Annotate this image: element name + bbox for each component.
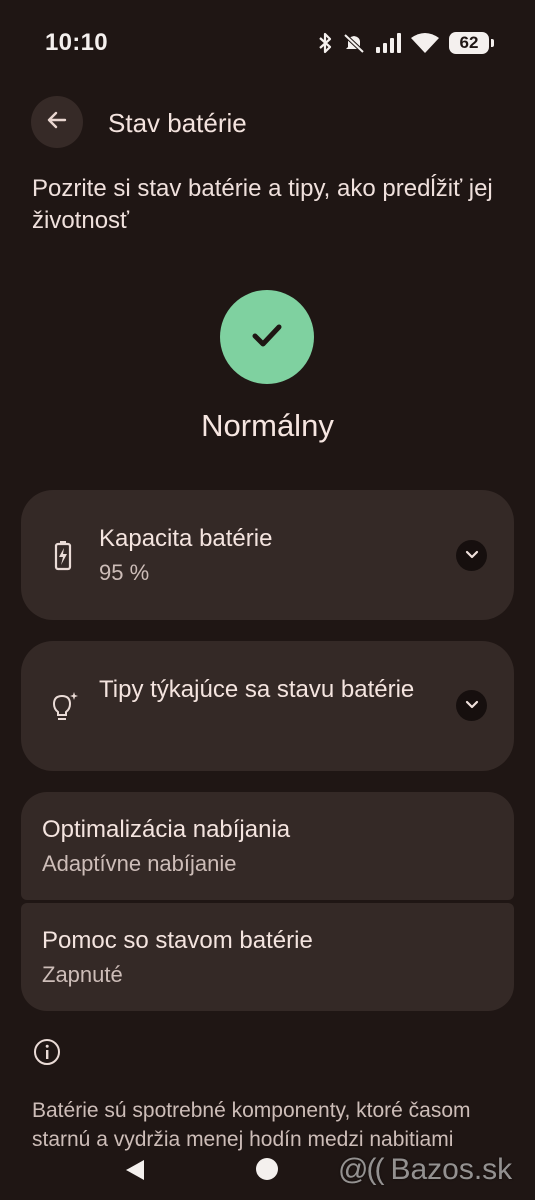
chevron-down-icon: [465, 697, 479, 715]
battery-charging-icon: [50, 540, 76, 571]
battery-level: 62: [459, 33, 479, 52]
health-assistance-title: Pomoc so stavom batérie: [42, 927, 313, 954]
intro-text: Pozrite si stav batérie a tipy, ako pred…: [32, 175, 493, 234]
status-time: 10:10: [45, 29, 108, 56]
status-label: Normálny: [201, 408, 334, 443]
health-assistance-value: Zapnuté: [42, 962, 123, 987]
tips-expand-button[interactable]: [456, 690, 487, 721]
watermark-mark: @((: [338, 1153, 384, 1186]
nav-home-button[interactable]: [256, 1158, 278, 1180]
footer-text: Batérie sú spotrebné komponenty, ktoré č…: [32, 1099, 471, 1151]
charging-optimization-row[interactable]: Optimalizácia nabíjania Adaptívne nabíja…: [21, 792, 514, 900]
battery-icon: 62: [449, 32, 494, 54]
status-icons: 62: [317, 30, 494, 56]
signal-icon: [375, 32, 401, 54]
page-title: Stav batérie: [108, 108, 247, 138]
back-button[interactable]: [31, 96, 83, 148]
battery-health-assistance-row[interactable]: Pomoc so stavom batérie Zapnuté: [21, 903, 514, 1011]
check-icon: [247, 315, 287, 360]
battery-health-screen: 10:10 62 Stav batérie Pozrite si stav ba…: [0, 0, 535, 1200]
capacity-value: 95 %: [99, 560, 150, 585]
mute-icon: [343, 32, 365, 54]
arrow-left-icon: [45, 108, 69, 137]
bluetooth-icon: [317, 32, 333, 54]
status-bar: 10:10 62: [0, 0, 535, 86]
watermark-text: Bazos.sk: [390, 1153, 513, 1186]
charging-optimization-value: Adaptívne nabíjanie: [42, 851, 237, 876]
capacity-expand-button[interactable]: [456, 540, 487, 571]
wifi-icon: [411, 32, 439, 54]
charging-optimization-title: Optimalizácia nabíjania: [42, 816, 291, 843]
chevron-down-icon: [465, 547, 479, 565]
battery-capacity-card[interactable]: Kapacita batérie 95 %: [21, 490, 514, 620]
status-check-badge: [220, 290, 314, 384]
watermark: @(( Bazos.sk: [338, 1150, 512, 1190]
tips-title: Tipy týkajúce sa stavu batérie: [99, 676, 415, 703]
nav-back-button[interactable]: [124, 1158, 146, 1187]
capacity-title: Kapacita batérie: [99, 525, 273, 552]
lightbulb-sparkle-icon: [50, 691, 78, 721]
info-icon: [33, 1038, 61, 1071]
battery-tips-card[interactable]: Tipy týkajúce sa stavu batérie: [21, 641, 514, 771]
